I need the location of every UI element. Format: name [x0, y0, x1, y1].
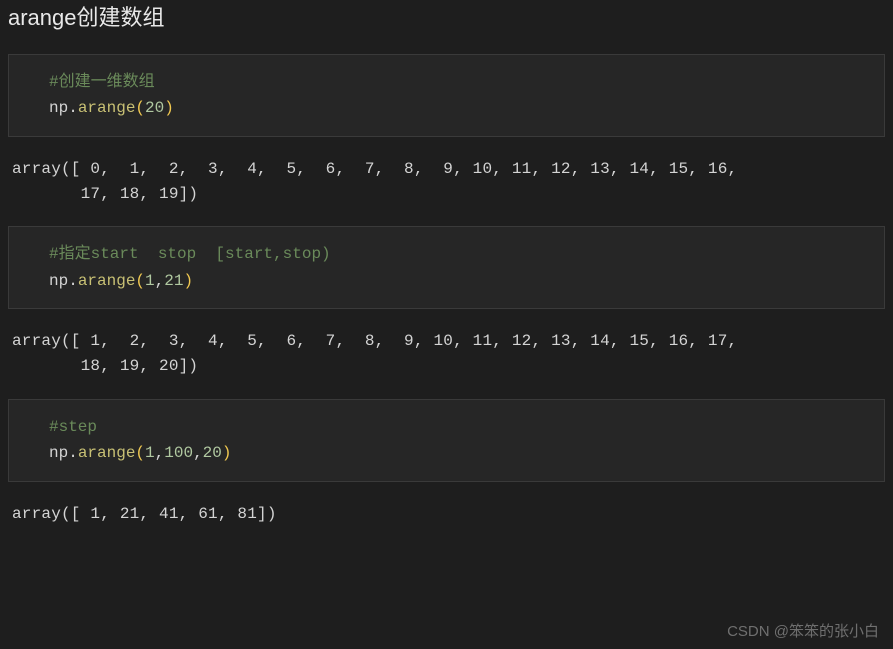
code-comma: , [155, 272, 165, 290]
code-paren-close: ) [164, 99, 174, 117]
code-cell-2: #指定start stop [start,stop) np.arange(1,2… [8, 226, 885, 309]
code-namespace: np [49, 272, 68, 290]
code-arg: 20 [203, 444, 222, 462]
output-cell-3: array([ 1, 21, 41, 61, 81]) [0, 492, 893, 537]
code-paren-open: ( [135, 272, 145, 290]
code-cell-3: #step np.arange(1,100,20) [8, 399, 885, 482]
code-arg: 21 [164, 272, 183, 290]
output-cell-1: array([ 0, 1, 2, 3, 4, 5, 6, 7, 8, 9, 10… [0, 147, 893, 217]
code-function: arange [78, 444, 136, 462]
code-function: arange [78, 272, 136, 290]
code-comment: #指定start stop [start,stop) [49, 245, 331, 263]
code-namespace: np [49, 444, 68, 462]
code-comma: , [193, 444, 203, 462]
watermark-text: CSDN @笨笨的张小白 [727, 620, 879, 641]
code-dot: . [68, 272, 78, 290]
code-paren-open: ( [135, 444, 145, 462]
code-namespace: np [49, 99, 68, 117]
code-dot: . [68, 99, 78, 117]
code-paren-close: ) [222, 444, 232, 462]
code-comment: #step [49, 418, 97, 436]
code-dot: . [68, 444, 78, 462]
code-arg: 20 [145, 99, 164, 117]
output-cell-2: array([ 1, 2, 3, 4, 5, 6, 7, 8, 9, 10, 1… [0, 319, 893, 389]
code-arg: 1 [145, 272, 155, 290]
code-paren-open: ( [135, 99, 145, 117]
code-arg: 1 [145, 444, 155, 462]
code-function: arange [78, 99, 136, 117]
section-heading: arange创建数组 [0, 0, 893, 44]
code-comment: #创建一维数组 [49, 73, 155, 91]
code-cell-1: #创建一维数组 np.arange(20) [8, 54, 885, 137]
code-arg: 100 [164, 444, 193, 462]
code-paren-close: ) [183, 272, 193, 290]
code-comma: , [155, 444, 165, 462]
